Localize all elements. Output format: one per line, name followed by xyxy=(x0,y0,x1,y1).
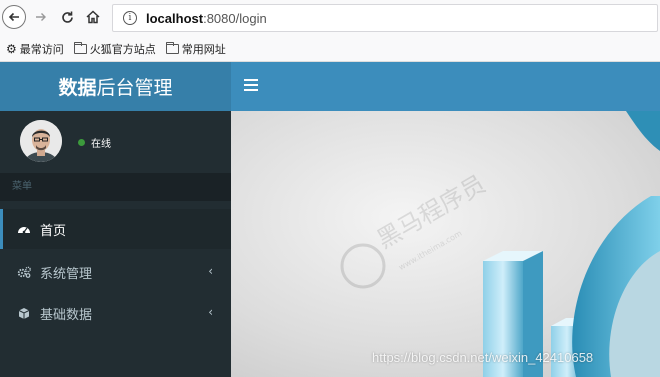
cube-icon xyxy=(16,305,32,321)
folder-icon xyxy=(73,41,87,54)
bookmarks-bar: ⚙ 最常访问 火狐官方站点 常用网址 xyxy=(0,36,660,62)
chevron-left-icon: ‹ xyxy=(208,305,213,319)
menu-header: 菜单 xyxy=(0,173,231,201)
sidebar-toggle-icon[interactable] xyxy=(244,76,258,96)
bookmark-firefox-official[interactable]: 火狐官方站点 xyxy=(73,41,156,57)
status-dot-icon xyxy=(78,139,85,146)
app-logo[interactable]: 数据 后台管理 xyxy=(0,62,231,111)
logo-bold-text: 数据 xyxy=(58,77,97,99)
folder-icon xyxy=(165,41,179,54)
svg-text:黑马程序员: 黑马程序员 xyxy=(372,170,490,254)
sidebar-item-basic-data[interactable]: 基础数据 ‹ xyxy=(0,293,231,333)
browser-toolbar: i localhost:8080/login xyxy=(0,0,660,36)
main-content: 黑马程序员 www.itheima.com xyxy=(231,111,660,377)
address-bar[interactable]: i localhost:8080/login xyxy=(112,4,658,32)
dashboard-icon xyxy=(16,221,32,237)
bookmark-label: 常用网址 xyxy=(181,42,226,56)
home-icon xyxy=(86,10,100,24)
blog-watermark: https://blog.csdn.net/weixin_42410658 xyxy=(372,350,594,365)
watermark-logo: 黑马程序员 www.itheima.com xyxy=(340,170,490,289)
app-header: 数据 后台管理 xyxy=(0,62,660,111)
sidebar-item-system-management[interactable]: 系统管理 ‹ xyxy=(0,252,231,292)
background-graphic: 黑马程序员 www.itheima.com xyxy=(340,111,660,377)
bookmark-label: 最常访问 xyxy=(19,42,64,56)
bookmark-most-visited[interactable]: ⚙ 最常访问 xyxy=(6,41,64,57)
user-photo-icon xyxy=(20,120,62,162)
site-info-icon[interactable]: i xyxy=(123,11,137,25)
arrow-left-icon xyxy=(8,12,19,22)
gear-icon: ⚙ xyxy=(6,41,17,56)
back-button[interactable] xyxy=(2,5,26,29)
url-host: localhost xyxy=(146,10,204,26)
sidebar-item-label: 系统管理 xyxy=(40,266,93,282)
status-label: 在线 xyxy=(91,139,111,150)
online-status: 在线 xyxy=(78,135,111,150)
chevron-left-icon: ‹ xyxy=(208,264,213,278)
user-panel: 在线 xyxy=(0,111,231,169)
forward-button[interactable] xyxy=(30,6,52,28)
reload-icon xyxy=(61,11,73,23)
url-path: :8080/login xyxy=(203,10,267,26)
avatar xyxy=(20,120,62,162)
sidebar-item-label: 基础数据 xyxy=(40,307,93,323)
cogs-icon xyxy=(16,264,32,280)
sidebar-item-home[interactable]: 首页 xyxy=(0,209,231,249)
bookmark-common-sites[interactable]: 常用网址 xyxy=(165,41,226,57)
bookmark-label: 火狐官方站点 xyxy=(89,42,156,56)
sidebar: 在线 菜单 首页 系统管理 ‹ 基础数据 ‹ xyxy=(0,111,231,377)
arrow-right-icon xyxy=(36,13,46,21)
home-button[interactable] xyxy=(82,6,104,28)
reload-button[interactable] xyxy=(56,6,78,28)
sidebar-item-label: 首页 xyxy=(40,223,67,239)
logo-light-text: 后台管理 xyxy=(96,77,173,99)
